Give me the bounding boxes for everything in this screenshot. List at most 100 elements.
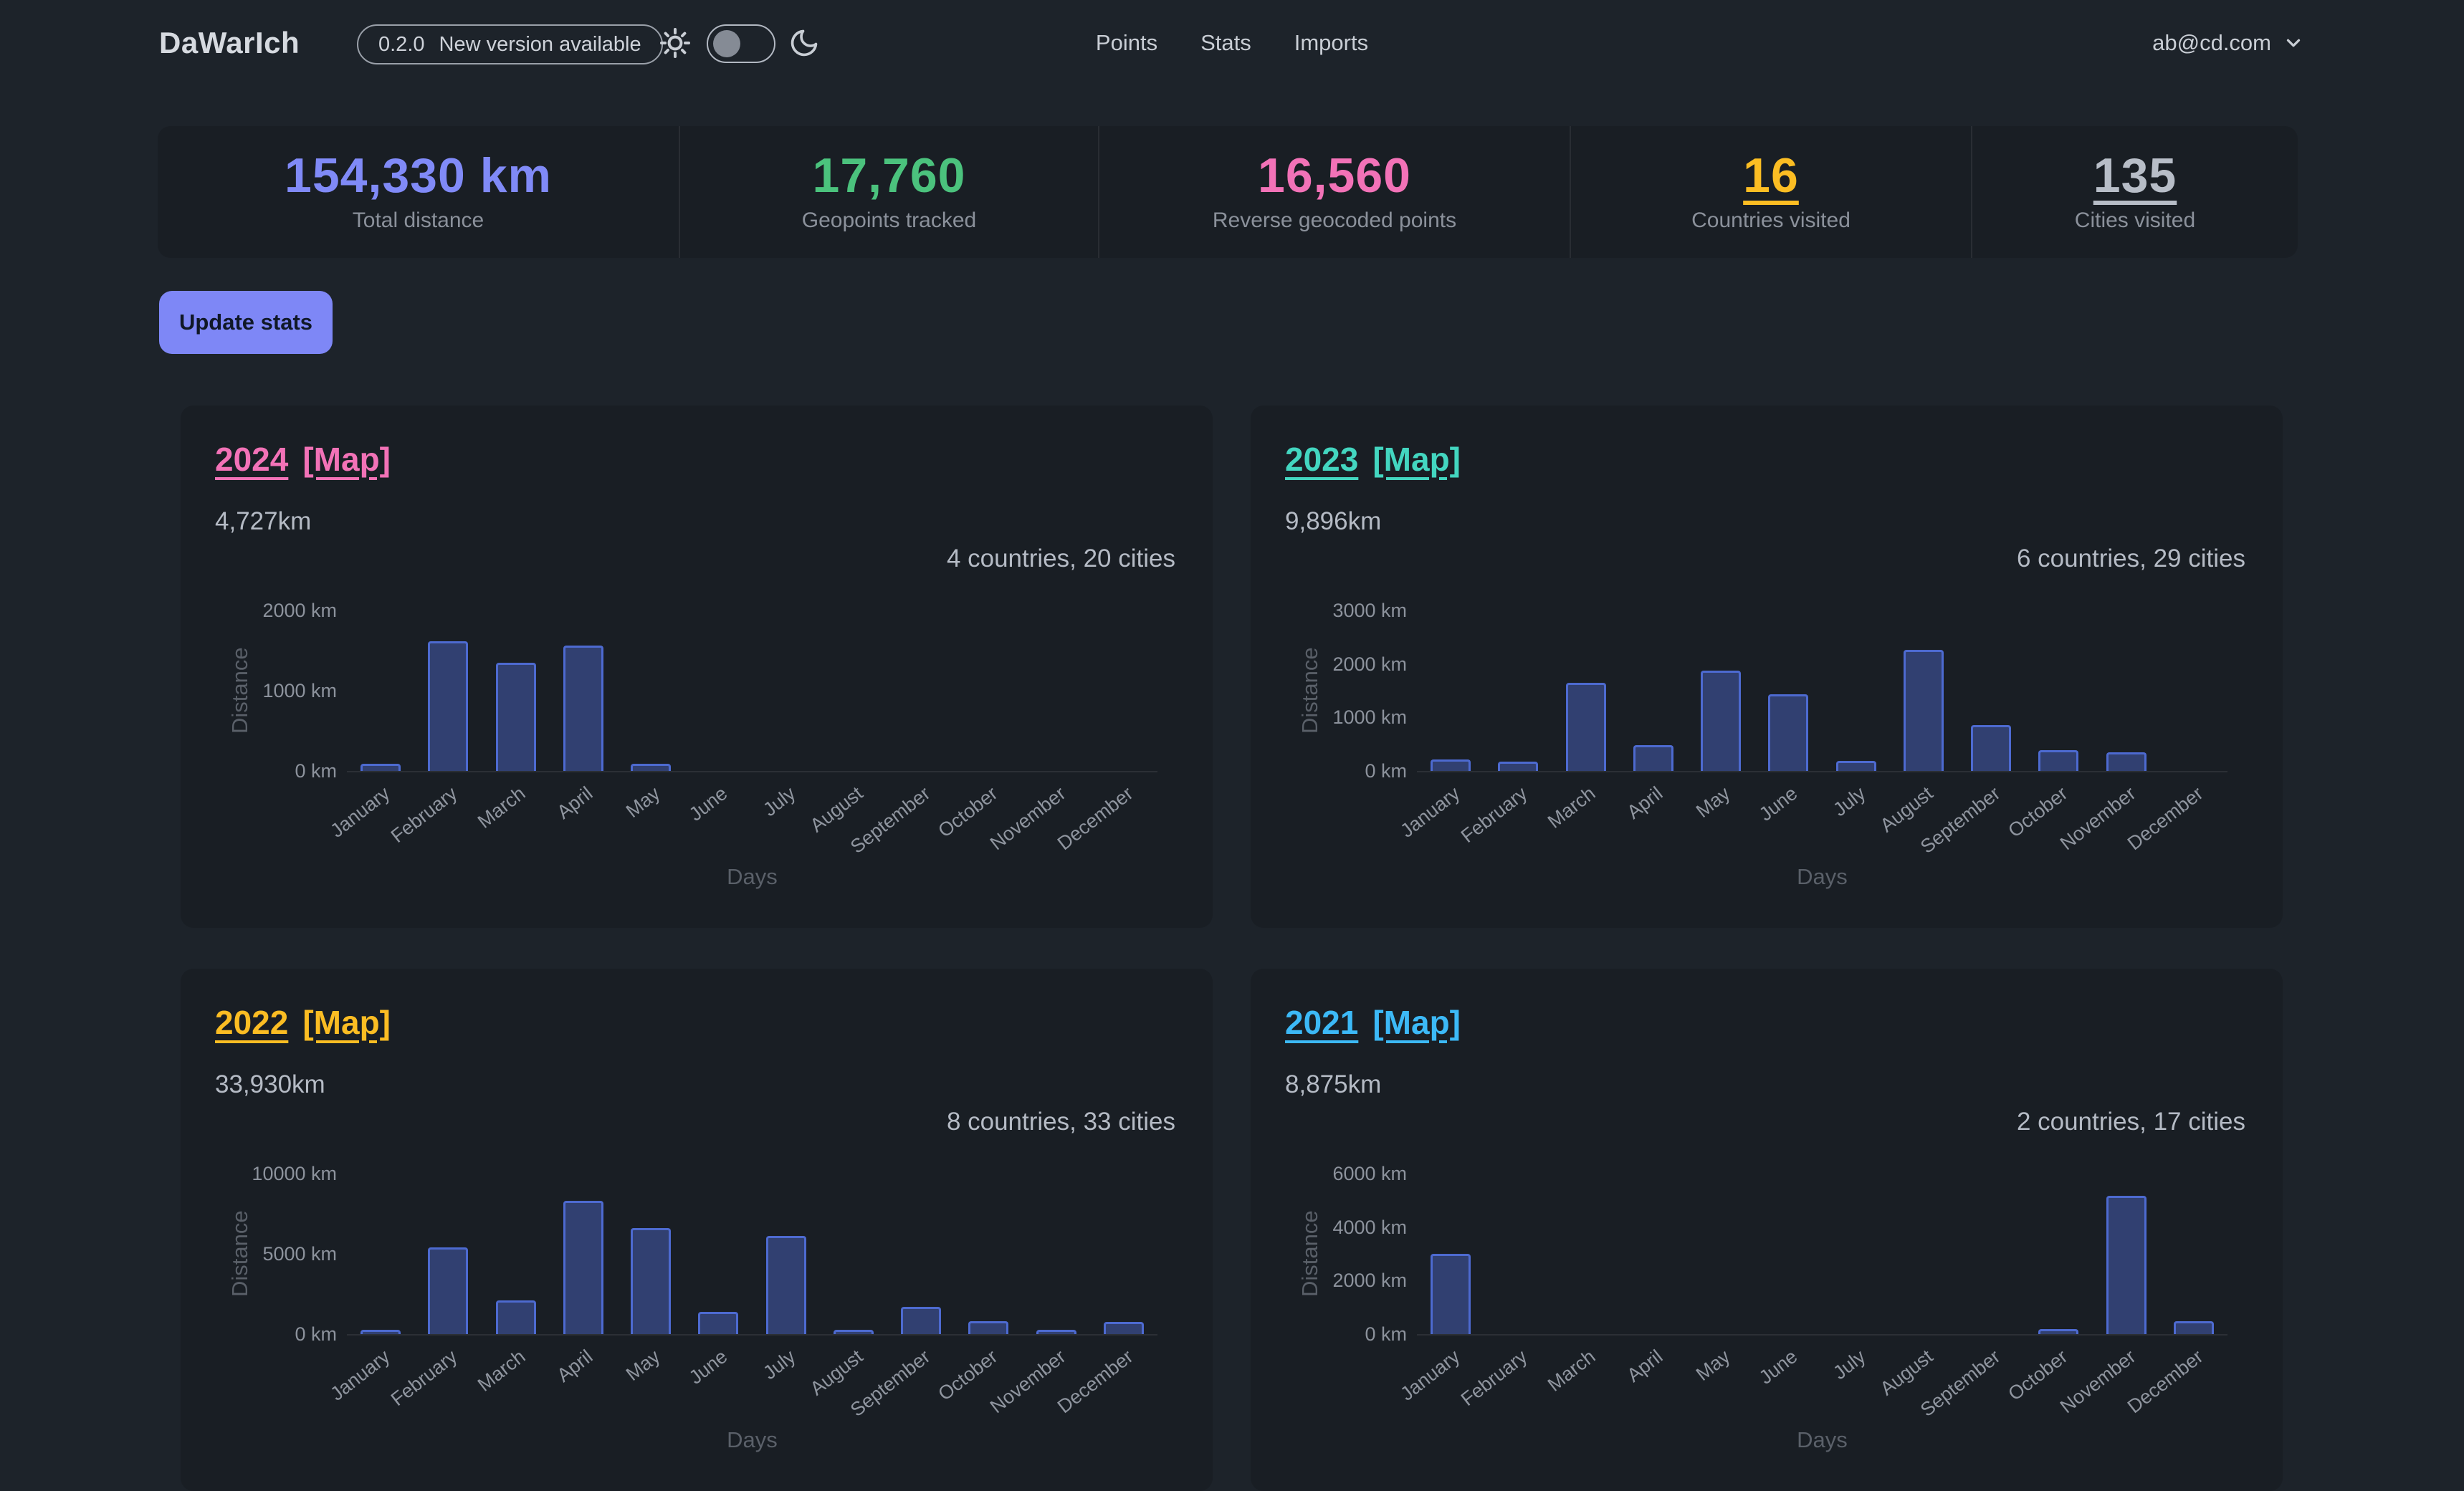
bar-chart-plot [347, 610, 1157, 772]
theme-toggle[interactable] [707, 24, 775, 63]
x-axis-label: April [1623, 782, 1667, 824]
stat-value: 154,330 km [285, 151, 552, 200]
bar-august [834, 1330, 874, 1334]
x-axis-label: November [985, 782, 1069, 855]
y-axis-tick: 4000 km [1251, 1217, 1407, 1238]
countries-cities-summary: 4 countries, 20 cities [947, 545, 1175, 573]
bar-april [1633, 745, 1673, 771]
bar-chart-plot [1417, 1174, 2227, 1336]
x-axis-label: March [1544, 1346, 1600, 1396]
y-axis-tick: 0 km [181, 1323, 337, 1345]
x-axis-label: March [474, 1346, 530, 1396]
x-axis-label: February [387, 1346, 462, 1411]
top-navbar: DaWarIch 0.2.0 New version available Poi… [0, 0, 2464, 89]
x-axis-label: June [685, 782, 732, 825]
stat-label: Cities visited [2075, 208, 2195, 233]
y-axis-tick: 2000 km [1251, 653, 1407, 675]
x-axis-label: January [1396, 782, 1464, 843]
app-logo: DaWarIch [159, 26, 300, 60]
x-axis-label: January [1396, 1346, 1464, 1406]
x-axis-label: May [622, 1346, 664, 1386]
x-axis-label: December [1054, 782, 1137, 855]
stat-label: Total distance [353, 208, 484, 233]
map-link[interactable]: [Map] [1372, 440, 1461, 479]
y-axis-tick: 5000 km [181, 1243, 337, 1265]
x-axis-label: May [622, 782, 664, 823]
y-axis-title: Distance [1294, 1174, 1327, 1334]
stat-label: Countries visited [1691, 208, 1851, 233]
map-link[interactable]: [Map] [302, 440, 391, 479]
x-axis-label: August [1876, 1346, 1937, 1400]
y-axis-tick: 6000 km [1251, 1163, 1407, 1184]
bar-september [1971, 725, 2011, 771]
stat-cell: 154,330 km Total distance [158, 126, 679, 258]
x-axis-label: April [553, 1346, 597, 1387]
x-axis-label: May [1692, 1346, 1734, 1386]
x-axis-label: November [2055, 1346, 2139, 1418]
x-axis-label: December [2124, 782, 2207, 855]
year-distance: 9,896km [1285, 507, 1381, 536]
bar-december [2174, 1321, 2214, 1334]
bar-august [1904, 650, 1944, 771]
map-link[interactable]: [Map] [1372, 1003, 1461, 1042]
x-axis-label: April [1623, 1346, 1667, 1387]
theme-toggle-knob [713, 30, 740, 57]
bar-april [563, 646, 603, 771]
stat-cell: 16,560 Reverse geocoded points [1098, 126, 1570, 258]
x-axis-label: July [1829, 782, 1870, 821]
stat-label: Reverse geocoded points [1213, 208, 1456, 233]
year-distance: 8,875km [1285, 1070, 1381, 1099]
stat-value[interactable]: 135 [2093, 151, 2177, 200]
nav-points[interactable]: Points [1096, 30, 1157, 56]
version-badge[interactable]: 0.2.0 New version available [357, 24, 663, 64]
bar-february [428, 1247, 468, 1334]
year-link[interactable]: 2021 [1285, 1003, 1358, 1042]
map-link[interactable]: [Map] [302, 1003, 391, 1042]
sun-icon [658, 26, 692, 60]
year-link[interactable]: 2024 [215, 440, 288, 479]
bar-january [1431, 759, 1471, 771]
year-link[interactable]: 2023 [1285, 440, 1358, 479]
x-axis-label: November [985, 1346, 1069, 1418]
countries-cities-summary: 6 countries, 29 cities [2017, 545, 2245, 573]
x-axis-label: February [1457, 782, 1532, 848]
stat-value: 16,560 [1258, 151, 1411, 200]
bar-march [496, 663, 536, 771]
y-axis-tick: 1000 km [1251, 706, 1407, 728]
x-axis-label: March [474, 782, 530, 833]
bar-february [1498, 762, 1538, 771]
bar-january [360, 764, 401, 771]
year-card-2021: 2021[Map]8,875km2 countries, 17 citiesDi… [1251, 969, 2283, 1491]
bar-november [2106, 1196, 2147, 1334]
stats-row: 154,330 km Total distance 17,760Geopoints … [158, 126, 2298, 258]
bar-may [631, 764, 671, 771]
year-link[interactable]: 2022 [215, 1003, 288, 1042]
bar-october [2038, 1329, 2078, 1334]
stat-value[interactable]: 16 [1743, 151, 1799, 200]
year-card-2023: 2023[Map]9,896km6 countries, 29 citiesDi… [1251, 406, 2283, 928]
stat-cell: 135 Cities visited [1971, 126, 2298, 258]
bar-october [968, 1321, 1008, 1334]
version-number: 0.2.0 [378, 33, 425, 57]
x-axis-label: June [1755, 1346, 1802, 1389]
x-axis-label: August [1876, 782, 1937, 837]
stat-label: Geopoints tracked [802, 208, 976, 233]
x-axis-label: February [387, 782, 462, 848]
x-axis-title: Days [347, 1427, 1157, 1453]
moon-icon [788, 27, 820, 59]
x-axis-label: August [806, 782, 867, 837]
y-axis-tick: 1000 km [181, 680, 337, 701]
bar-april [563, 1201, 603, 1334]
x-axis-label: July [759, 1346, 800, 1384]
bar-may [631, 1228, 671, 1334]
bar-january [360, 1330, 401, 1334]
stat-cell: 17,760Geopoints tracked [679, 126, 1098, 258]
user-menu[interactable]: ab@cd.com [2152, 30, 2304, 56]
x-axis-label: May [1692, 782, 1734, 823]
nav-imports[interactable]: Imports [1294, 30, 1368, 56]
nav-stats[interactable]: Stats [1200, 30, 1251, 56]
update-stats-button[interactable]: Update stats [159, 291, 333, 354]
year-heading: 2021 [Map] [1285, 1003, 1461, 1042]
stat-cell: 16 Countries visited [1570, 126, 1971, 258]
x-axis-label: June [685, 1346, 732, 1389]
